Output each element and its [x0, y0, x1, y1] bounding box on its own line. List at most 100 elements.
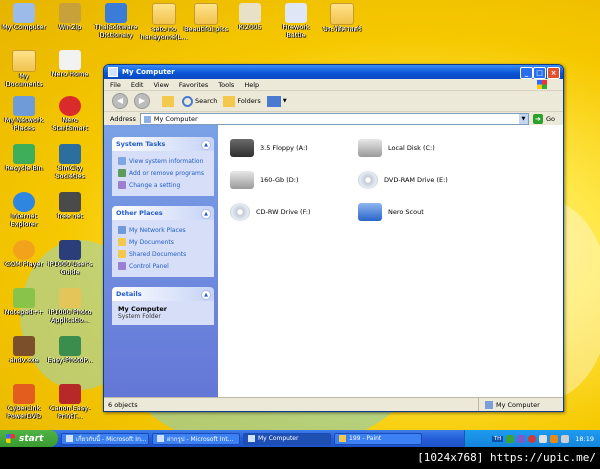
place-my-documents[interactable]: My Documents [118, 236, 210, 248]
taskbar-clock[interactable]: 18:19 [575, 435, 594, 443]
menu-edit[interactable]: Edit [131, 81, 144, 89]
up-button[interactable] [162, 95, 176, 107]
desktop-icon-gom-player[interactable]: GOM Player [0, 240, 48, 269]
views-button[interactable]: ▼ [266, 95, 287, 107]
desktop-icon-notepad-plus-plus[interactable]: Notepad++ [0, 288, 48, 317]
guide-icon [59, 240, 81, 260]
desktop-icon-ki2005[interactable]: KI2005 [226, 3, 274, 32]
place-control-panel[interactable]: Control Panel [118, 260, 210, 272]
control-panel-icon [118, 262, 126, 270]
recycle-bin-icon [13, 144, 35, 164]
menu-file[interactable]: File [110, 81, 121, 89]
desktop: My Computer WinZip ThaiSoftware Dictiona… [0, 0, 600, 447]
my-computer-window[interactable]: My Computer _ □ × File Edit View Favorit… [103, 64, 564, 412]
language-indicator[interactable]: TH [491, 435, 504, 442]
desktop-icon-seto-no-hanayome[interactable]: seto no hanayome(L... [140, 3, 188, 41]
details-name: My Computer [118, 305, 167, 313]
folder-icon [118, 238, 126, 246]
drive-local-disk-c[interactable]: Local Disk (C:) [358, 139, 435, 157]
desktop-icon-winzip[interactable]: WinZip [46, 3, 94, 32]
tray-app-icon[interactable] [528, 434, 537, 443]
maximize-button[interactable]: □ [533, 67, 546, 79]
menu-favorites[interactable]: Favorites [179, 81, 208, 89]
details-header[interactable]: Details ▲ [112, 287, 214, 301]
desktop-icon-my-computer[interactable]: My Computer [0, 3, 48, 32]
nero-icon [59, 96, 81, 116]
details-panel: Details ▲ My Computer System Folder [112, 287, 214, 325]
desktop-icon-ip1000-photo-application[interactable]: iP1000 Photo Applicatio... [46, 288, 94, 324]
desktop-icon-beautiful-pics[interactable]: Beautiful pics [182, 3, 230, 34]
tray-app-icon[interactable] [506, 434, 515, 443]
desktop-icon-ahdv[interactable]: ahdv.exe [0, 336, 48, 365]
desktop-icon-free-net[interactable]: free net [46, 192, 94, 221]
task-add-remove-programs[interactable]: Add or remove programs [118, 167, 210, 179]
menu-help[interactable]: Help [244, 81, 259, 89]
desktop-icon-recycle-bin[interactable]: Recycle Bin [0, 144, 48, 173]
task-view-system-information[interactable]: View system information [118, 155, 210, 167]
drive-160gb-d[interactable]: 160-Gb (D:) [230, 171, 299, 189]
nero-scout-icon [358, 203, 382, 221]
ki2005-icon [239, 3, 261, 23]
notepad-icon [13, 288, 35, 308]
taskbar-item-paint[interactable]: 199 - Paint [334, 432, 422, 445]
drive-floppy-a[interactable]: 3.5 Floppy (A:) [230, 139, 308, 157]
volume-icon[interactable] [561, 434, 570, 443]
folders-button[interactable]: Folders [223, 95, 261, 107]
forward-button[interactable]: ▶ [134, 93, 150, 109]
search-button[interactable]: Search [182, 95, 217, 107]
folder-up-icon [162, 95, 174, 107]
menu-bar: File Edit View Favorites Tools Help [104, 79, 563, 91]
taskbar-item-ie-2[interactable]: ฝากรูป - Microsoft Int... [152, 432, 240, 445]
desktop-icon-firework-battle[interactable]: Firework Battle [272, 3, 320, 39]
views-icon [266, 95, 281, 107]
task-change-setting[interactable]: Change a setting [118, 179, 210, 191]
collapse-icon[interactable]: ▲ [201, 209, 211, 219]
other-places-header[interactable]: Other Places ▲ [112, 206, 214, 220]
desktop-icon-simcity-societies[interactable]: SimCity Societies [46, 144, 94, 180]
taskbar-item-ie-1[interactable]: เกี่ยวกับนี้ - Microsoft In... [61, 432, 149, 445]
collapse-icon[interactable]: ▲ [201, 140, 211, 150]
desktop-icon-my-network-places[interactable]: My Network Places [0, 96, 48, 132]
place-shared-documents[interactable]: Shared Documents [118, 248, 210, 260]
tray-app-icon[interactable] [550, 434, 559, 443]
window-titlebar[interactable]: My Computer _ □ × [104, 65, 563, 79]
computer-icon [485, 400, 493, 409]
desktop-icon-ip1000-users-guide[interactable]: iP1000 User's Guide [46, 240, 94, 276]
window-title: My Computer [122, 68, 175, 76]
dvd-drive-icon [358, 171, 378, 189]
place-my-network-places[interactable]: My Network Places [118, 224, 210, 236]
task-pane: System Tasks ▲ View system information Ad… [104, 125, 218, 409]
address-dropdown-button[interactable]: ▼ [518, 114, 528, 124]
tray-app-icon[interactable] [539, 434, 548, 443]
go-button[interactable]: ➜ Go [532, 114, 555, 124]
desktop-icon-my-documents[interactable]: My Documents [0, 50, 48, 88]
desktop-icon-canon-easy-printtoolbox[interactable]: Canon Easy-PrintT... [46, 384, 94, 420]
desktop-icon-nero-startsmart[interactable]: Nero StartSmart [46, 96, 94, 132]
system-tasks-header[interactable]: System Tasks ▲ [112, 137, 214, 151]
search-icon [182, 95, 193, 107]
menu-tools[interactable]: Tools [218, 81, 234, 89]
cd-drive-icon [230, 203, 250, 221]
close-button[interactable]: × [547, 67, 560, 79]
desktop-icon-thaisoftware-dictionary[interactable]: ThaiSoftware Dictionary [92, 3, 140, 39]
desktop-icon-nero-home[interactable]: Nero Home [46, 50, 94, 79]
start-button[interactable]: start [0, 430, 58, 447]
minimize-button[interactable]: _ [520, 67, 533, 79]
drive-dvd-ram-e[interactable]: DVD-RAM Drive (E:) [358, 171, 448, 189]
tray-app-icon[interactable] [517, 434, 526, 443]
system-tasks-panel: System Tasks ▲ View system information Ad… [112, 137, 214, 196]
collapse-icon[interactable]: ▲ [201, 290, 211, 300]
menu-view[interactable]: View [153, 81, 168, 89]
address-input[interactable]: My Computer ▼ [139, 113, 529, 125]
winzip-icon [59, 3, 81, 23]
taskbar-item-my-computer[interactable]: My Computer [243, 432, 331, 445]
desktop-icon-history[interactable]: ประวัติศาสตร์ [318, 3, 366, 34]
status-object-count: 6 objects [108, 400, 138, 409]
desktop-icon-easy-photoprint[interactable]: Easy-PhotoP... [46, 336, 94, 365]
drive-cd-rw-f[interactable]: CD-RW Drive (F:) [230, 203, 311, 221]
back-button[interactable]: ◀ [112, 93, 128, 109]
application-icon [13, 336, 35, 356]
nero-scout[interactable]: Nero Scout [358, 203, 424, 221]
desktop-icon-internet-explorer[interactable]: Internet Explorer [0, 192, 48, 228]
desktop-icon-cyberlink-powerdvd[interactable]: CyberLink PowerDVD [0, 384, 48, 420]
